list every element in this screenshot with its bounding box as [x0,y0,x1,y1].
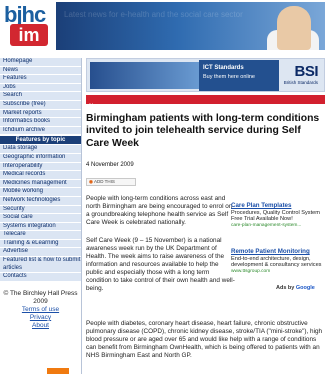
banner-faint-text: Latest news for e-health and the social … [64,10,243,19]
sidebar-topic-medicines-management[interactable]: Medicines management [0,179,81,189]
advert-image [90,62,200,89]
share-button[interactable]: ◉ ADD THIS [86,178,136,186]
sidebar-link-archive[interactable]: Ichdium archive [0,126,81,136]
sidebar-topic-security[interactable]: Security [0,205,81,215]
sidebar-topic-telecare[interactable]: Telecare [0,231,81,240]
article-date: 4 November 2009 [86,162,134,168]
sidebar-link-features[interactable]: Features [0,75,81,84]
terms-link[interactable]: Terms of use [0,306,81,314]
logo-badge: im [10,24,48,46]
ad-title[interactable]: Remote Patient Monitoring [231,248,325,256]
sidebar-topic-social-care[interactable]: Social care [0,214,81,223]
logo-text-top: bjhc [4,2,46,27]
sidebar-link-informatics-books[interactable]: Informatics books [0,118,81,127]
header-banner: Latest news for e-health and the social … [56,2,325,50]
article-paragraph-3: People with diabetes, coronary heart dis… [86,320,323,359]
sidebar-topic-network-technologies[interactable]: Network technologies [0,196,81,206]
google-text: Google [295,285,315,291]
banner-person-image [277,6,311,50]
about-link[interactable]: About [0,322,81,330]
privacy-link[interactable]: Privacy [0,314,81,322]
sidebar: Homepage News Features Jobs Search Subsc… [0,58,82,374]
sidebar-topic-interoperability[interactable]: Interoperability [0,162,81,172]
ad-body: End-to-end architecture, design, develop… [231,255,322,269]
ad-body: Procedures, Quality Control System Free … [231,209,320,223]
sidebar-link-homepage[interactable]: Homepage [0,58,81,67]
section-label: News [89,104,105,110]
site-header: bjhc im Latest news for e-health and the… [0,0,325,52]
sidebar-link-contacts[interactable]: Contacts [0,273,81,282]
sidebar-topics-heading: Features by topic [0,136,81,145]
bsi-logo-subtitle: British Standards [283,80,318,85]
sidebar-link-market-reports[interactable]: Market reports [0,109,81,119]
sidebar-topic-mobile-working[interactable]: Mobile working [0,188,81,197]
ad-url: care-plan-management-system... [231,223,302,229]
sidebar-topic-geographic-information[interactable]: Geographic information [0,153,81,163]
article-title: Birmingham patients with long-term condi… [86,113,320,149]
sidebar-topic-training[interactable]: Training & eLearning [0,239,81,249]
bottom-badge [47,368,69,374]
bsi-advert[interactable]: ICT Standards Buy them here online BSI B… [86,58,325,92]
ads-by-google[interactable]: Ads by Google [276,285,315,291]
text-ad-remote-monitoring[interactable]: Remote Patient Monitoring End-to-end arc… [231,248,325,276]
section-bar: News [86,95,325,110]
sidebar-topic-medical-records[interactable]: Medical records [0,171,81,180]
article-paragraph-2: Self Care Week (9 – 15 November) is a na… [86,237,235,292]
sidebar-link-advertise[interactable]: Advertise [0,248,81,258]
advert-subtitle: Buy them here online [203,74,255,80]
sidebar-footer: © The Birchley Hall Press 2009 Terms of … [0,290,81,330]
sidebar-topic-systems-integration[interactable]: Systems integration [0,222,81,232]
share-icon: ◉ [89,179,93,184]
share-label: ADD THIS [93,179,115,184]
article-paragraph-1: People with long-term conditions across … [86,195,233,226]
advert-title: ICT Standards [203,65,244,71]
site-logo[interactable]: bjhc im [4,4,54,48]
sidebar-link-news[interactable]: News [0,66,81,76]
ads-by-prefix: Ads by [276,285,296,291]
text-ad-care-plan[interactable]: Care Plan Templates Procedures, Quality … [231,202,325,230]
sidebar-link-jobs[interactable]: Jobs [0,83,81,93]
sidebar-link-search[interactable]: Search [0,92,81,101]
bsi-logo: BSI [294,63,318,80]
copyright-text: © The Birchley Hall Press 2009 [3,289,78,305]
ad-title[interactable]: Care Plan Templates [231,202,325,210]
sidebar-link-subscribe[interactable]: Subscribe (free) [0,100,81,110]
sidebar-topic-data-storage[interactable]: Data storage [0,145,81,154]
sidebar-link-featured-list[interactable]: Featured list & how to submit articles [0,257,81,274]
logo-text-bottom: im [18,25,40,45]
ad-url: www.ttsgroup.com [231,269,271,275]
